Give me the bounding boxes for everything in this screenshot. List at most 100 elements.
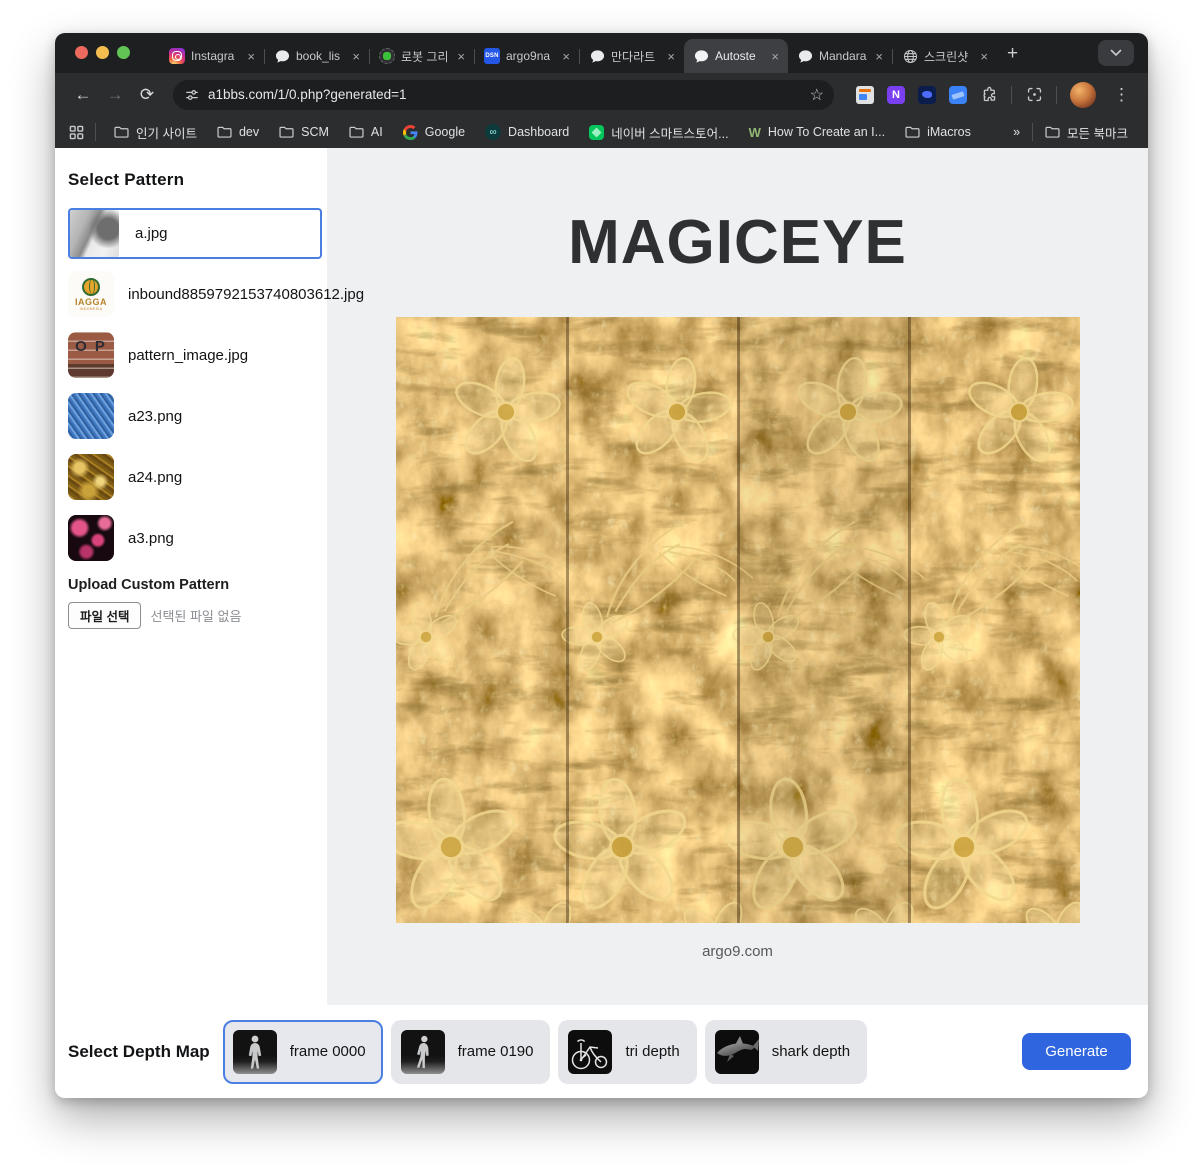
- pattern-thumbnail: [68, 454, 114, 500]
- tab-label: 만다라트: [611, 48, 659, 65]
- chevron-down-icon: [1110, 49, 1122, 57]
- window-controls: [75, 46, 130, 59]
- homepage-extension-icon[interactable]: [856, 86, 874, 104]
- bookmark-label: 인기 사이트: [136, 123, 197, 142]
- depth-map-thumbnail: [715, 1030, 759, 1074]
- bookmark-folder-popular-sites[interactable]: 인기 사이트: [106, 119, 205, 146]
- deepseek-extension-icon[interactable]: [918, 86, 936, 104]
- extensions-puzzle-icon[interactable]: [980, 86, 998, 104]
- depth-map-frame-0190[interactable]: frame 0190: [391, 1020, 551, 1084]
- close-icon[interactable]: ×: [560, 49, 572, 64]
- bookmarks-overflow-button[interactable]: »: [1005, 121, 1028, 143]
- pattern-item-a23[interactable]: a23.png: [68, 393, 319, 439]
- close-icon[interactable]: ×: [455, 49, 467, 64]
- bookmark-folder-ai[interactable]: AI: [341, 121, 391, 143]
- folder-icon: [1045, 126, 1060, 138]
- notion-extension-icon[interactable]: N: [887, 86, 905, 104]
- file-select-button[interactable]: 파일 선택: [68, 602, 141, 629]
- reload-button[interactable]: ⟳: [133, 81, 161, 109]
- site-settings-icon[interactable]: [185, 88, 199, 102]
- bookmarks-divider: [95, 123, 96, 141]
- pattern-thumbnail: O P: [68, 332, 114, 378]
- folder-icon: [114, 126, 129, 138]
- iagga-text: IAGGA: [75, 297, 107, 307]
- blue-extension-icon[interactable]: [949, 86, 967, 104]
- pattern-thumbnail: IAGGA INDONESIA: [68, 271, 114, 317]
- chat-bubble-icon: [589, 48, 605, 64]
- tab-screenshot[interactable]: 스크린샷 ×: [893, 39, 997, 73]
- bookmark-folder-scm[interactable]: SCM: [271, 121, 337, 143]
- smartstore-icon: [589, 125, 604, 140]
- tab-label: argo9na: [506, 49, 554, 63]
- chat-bubble-icon: [693, 48, 709, 64]
- pattern-label: pattern_image.jpg: [128, 347, 248, 364]
- pattern-label: inbound8859792153740803612.jpg: [128, 286, 364, 303]
- main-area: MAGICEYE: [327, 148, 1148, 1005]
- bookmark-folder-all-bookmarks[interactable]: 모든 북마크: [1037, 119, 1136, 146]
- forward-button[interactable]: →: [101, 81, 129, 109]
- depth-map-label: frame 0000: [290, 1043, 366, 1060]
- tab-mandara[interactable]: Mandara ×: [788, 39, 892, 73]
- close-icon[interactable]: ×: [978, 49, 990, 64]
- folder-icon: [279, 126, 294, 138]
- depth-map-shark-depth[interactable]: shark depth: [705, 1020, 867, 1084]
- close-window-button[interactable]: [75, 46, 88, 59]
- new-tab-button[interactable]: +: [997, 43, 1030, 73]
- tab-search-button[interactable]: [1098, 40, 1134, 66]
- depth-map-frame-0000[interactable]: frame 0000: [223, 1020, 383, 1084]
- iagga-globe-icon: [82, 278, 100, 296]
- depth-map-label: tri depth: [625, 1043, 679, 1060]
- screen-capture-icon[interactable]: [1025, 86, 1043, 104]
- pattern-item-a24[interactable]: a24.png: [68, 454, 319, 500]
- bookmark-label: Google: [425, 125, 465, 139]
- bookmark-dashboard[interactable]: ∞ Dashboard: [477, 120, 577, 144]
- close-icon[interactable]: ×: [245, 49, 257, 64]
- file-status-text: 선택된 파일 없음: [150, 606, 241, 625]
- bookmark-google[interactable]: Google: [395, 121, 473, 144]
- pattern-item-a-jpg[interactable]: a.jpg: [68, 208, 322, 259]
- browser-window: Instagra × book_lis × 로봇 그리 × DSN argo9n…: [55, 33, 1148, 1098]
- pattern-label: a23.png: [128, 408, 182, 425]
- tab-autostereogram-active[interactable]: Autoste ×: [684, 39, 788, 73]
- chat-bubble-icon: [797, 48, 813, 64]
- back-button[interactable]: ←: [69, 81, 97, 109]
- bookmark-wikihow[interactable]: W How To Create an I...: [741, 121, 893, 144]
- depth-map-tri-depth[interactable]: tri depth: [558, 1020, 696, 1084]
- zoom-window-button[interactable]: [117, 46, 130, 59]
- extensions-row: N ⋮: [846, 82, 1138, 108]
- pattern-label: a3.png: [128, 530, 174, 547]
- minimize-window-button[interactable]: [96, 46, 109, 59]
- pattern-item-a3[interactable]: a3.png: [68, 515, 319, 561]
- tab-label: book_lis: [296, 49, 344, 63]
- url-text[interactable]: a1bbs.com/1/0.php?generated=1: [208, 87, 801, 102]
- tricycle-icon: [568, 1030, 612, 1074]
- brick-text: O P: [75, 338, 107, 355]
- close-icon[interactable]: ×: [665, 49, 677, 64]
- close-icon[interactable]: ×: [350, 49, 362, 64]
- generate-button[interactable]: Generate: [1022, 1033, 1131, 1070]
- browser-toolbar: ← → ⟳ a1bbs.com/1/0.php?generated=1 ☆ N …: [55, 73, 1148, 116]
- tab-robot[interactable]: 로봇 그리 ×: [370, 39, 474, 73]
- bookmark-folder-imacros[interactable]: iMacros: [897, 121, 979, 143]
- tab-label: Autoste: [715, 49, 763, 63]
- profile-avatar[interactable]: [1070, 82, 1096, 108]
- apps-grid-icon[interactable]: [67, 123, 85, 141]
- bookmark-folder-dev[interactable]: dev: [209, 121, 267, 143]
- pattern-item-inbound[interactable]: IAGGA INDONESIA inbound88597921537408036…: [68, 271, 319, 317]
- address-bar[interactable]: a1bbs.com/1/0.php?generated=1 ☆: [173, 80, 834, 110]
- folder-icon: [905, 126, 920, 138]
- browser-menu-icon[interactable]: ⋮: [1109, 85, 1134, 105]
- close-icon[interactable]: ×: [873, 49, 885, 64]
- tab-book-list[interactable]: book_lis ×: [265, 39, 369, 73]
- bookmark-label: AI: [371, 125, 383, 139]
- close-icon[interactable]: ×: [769, 49, 781, 64]
- tab-mandalart[interactable]: 만다라트 ×: [580, 39, 684, 73]
- tab-argo9[interactable]: DSN argo9na ×: [475, 39, 579, 73]
- folder-icon: [349, 126, 364, 138]
- bookmarks-divider: [1032, 123, 1033, 141]
- tab-instagram[interactable]: Instagra ×: [160, 39, 264, 73]
- bookmark-label: SCM: [301, 125, 329, 139]
- bookmark-star-icon[interactable]: ☆: [810, 85, 824, 105]
- bookmark-naver-smartstore[interactable]: 네이버 스마트스토어...: [581, 119, 736, 146]
- pattern-item-pattern-image[interactable]: O P pattern_image.jpg: [68, 332, 319, 378]
